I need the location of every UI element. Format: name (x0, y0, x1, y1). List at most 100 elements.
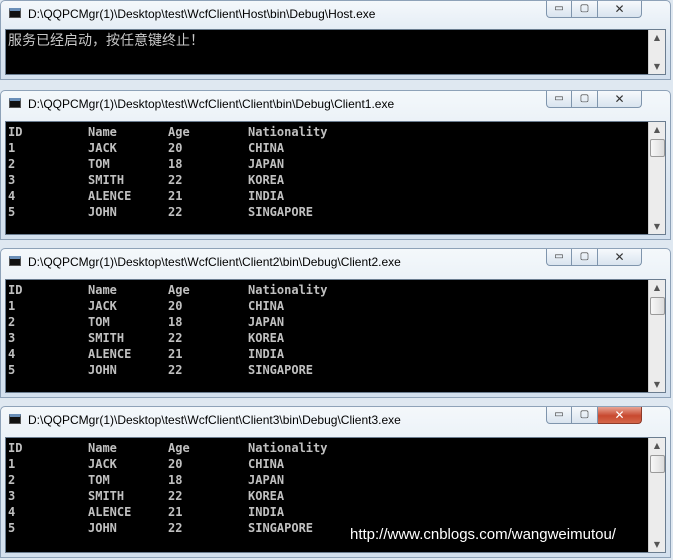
console-app-icon (9, 414, 21, 424)
header-id: ID (8, 283, 23, 297)
scroll-down-arrow-icon[interactable]: ▼ (649, 537, 665, 552)
table-row: 3 SMITH 22 KOREA (8, 172, 327, 188)
client2-console-window[interactable]: D:\QQPCMgr(1)\Desktop\test\WcfClient\Cli… (0, 248, 671, 398)
scroll-up-arrow-icon[interactable]: ▲ (649, 280, 665, 295)
title-bar[interactable]: D:\QQPCMgr(1)\Desktop\test\WcfClient\Cli… (1, 407, 670, 433)
cell-name: ALENCE (88, 347, 132, 361)
cell-id: 1 (8, 457, 16, 471)
cell-id: 3 (8, 489, 16, 503)
header-id: ID (8, 441, 23, 455)
minimize-button[interactable]: ▭ (546, 249, 572, 266)
cell-age: 22 (168, 205, 183, 219)
scroll-down-arrow-icon[interactable]: ▼ (649, 59, 665, 74)
cell-name: JOHN (88, 205, 117, 219)
maximize-button[interactable]: ▢ (572, 407, 598, 424)
cell-name: JACK (88, 141, 117, 155)
cell-id: 1 (8, 141, 16, 155)
table-row: 5 JOHN 22 SINGAPORE (8, 204, 327, 220)
client1-console-window[interactable]: D:\QQPCMgr(1)\Desktop\test\WcfClient\Cli… (0, 90, 671, 240)
table-row: 3 SMITH 22 KOREA (8, 488, 327, 504)
vertical-scrollbar[interactable]: ▲ ▼ (648, 122, 665, 234)
minimize-button[interactable]: ▭ (546, 1, 572, 18)
vertical-scrollbar[interactable]: ▲ ▼ (648, 280, 665, 392)
scrollbar-thumb[interactable] (650, 455, 665, 473)
person-table: ID Name Age Nationality 1 JACK 20 CHINA … (8, 124, 327, 220)
scroll-up-arrow-icon[interactable]: ▲ (649, 30, 665, 45)
cell-id: 5 (8, 205, 16, 219)
window-title: D:\QQPCMgr(1)\Desktop\test\WcfClient\Hos… (28, 7, 376, 21)
header-nationality: Nationality (248, 283, 328, 297)
cell-name: ALENCE (88, 189, 132, 203)
console-output[interactable]: ID Name Age Nationality 1 JACK 20 CHINA … (5, 121, 666, 235)
console-output[interactable]: 服务已经启动，按任意键终止！ ▲ ▼ (5, 29, 666, 75)
cell-name: SMITH (88, 489, 125, 503)
cell-id: 5 (8, 521, 16, 535)
cell-age: 21 (168, 505, 183, 519)
cell-age: 20 (168, 299, 183, 313)
minimize-button[interactable]: ▭ (546, 91, 572, 108)
table-row: 1 JACK 20 CHINA (8, 456, 327, 472)
header-id: ID (8, 125, 23, 139)
scroll-down-arrow-icon[interactable]: ▼ (649, 219, 665, 234)
maximize-button[interactable]: ▢ (572, 249, 598, 266)
maximize-button[interactable]: ▢ (572, 91, 598, 108)
cell-age: 18 (168, 473, 183, 487)
vertical-scrollbar[interactable]: ▲ ▼ (648, 30, 665, 74)
cell-nationality: INDIA (248, 347, 285, 361)
close-button[interactable]: ✕ (598, 407, 642, 424)
title-bar[interactable]: D:\QQPCMgr(1)\Desktop\test\WcfClient\Cli… (1, 249, 670, 275)
cell-age: 22 (168, 521, 183, 535)
header-age: Age (168, 125, 190, 139)
scroll-down-arrow-icon[interactable]: ▼ (649, 377, 665, 392)
cell-nationality: JAPAN (248, 473, 285, 487)
cell-age: 22 (168, 173, 183, 187)
table-row: 5 JOHN 22 SINGAPORE (8, 520, 327, 536)
minimize-button[interactable]: ▭ (546, 407, 572, 424)
cell-nationality: JAPAN (248, 157, 285, 171)
cell-age: 20 (168, 141, 183, 155)
table-row: 4 ALENCE 21 INDIA (8, 188, 327, 204)
cell-id: 2 (8, 315, 16, 329)
scrollbar-thumb[interactable] (650, 139, 665, 157)
scroll-up-arrow-icon[interactable]: ▲ (649, 122, 665, 137)
cell-nationality: INDIA (248, 189, 285, 203)
table-header-row: ID Name Age Nationality (8, 440, 327, 456)
scroll-up-arrow-icon[interactable]: ▲ (649, 438, 665, 453)
window-title: D:\QQPCMgr(1)\Desktop\test\WcfClient\Cli… (28, 255, 401, 269)
table-header-row: ID Name Age Nationality (8, 282, 327, 298)
cell-name: JACK (88, 299, 117, 313)
header-age: Age (168, 283, 190, 297)
cell-name: TOM (88, 157, 110, 171)
close-button[interactable]: ✕ (598, 1, 642, 18)
header-name: Name (88, 125, 117, 139)
cell-age: 22 (168, 363, 183, 377)
vertical-scrollbar[interactable]: ▲ ▼ (648, 438, 665, 552)
title-bar[interactable]: D:\QQPCMgr(1)\Desktop\test\WcfClient\Hos… (1, 1, 670, 27)
table-row: 4 ALENCE 21 INDIA (8, 504, 327, 520)
close-button[interactable]: ✕ (598, 91, 642, 108)
cell-age: 20 (168, 457, 183, 471)
cell-age: 22 (168, 489, 183, 503)
cell-age: 22 (168, 331, 183, 345)
maximize-button[interactable]: ▢ (572, 1, 598, 18)
window-title: D:\QQPCMgr(1)\Desktop\test\WcfClient\Cli… (28, 97, 395, 111)
header-nationality: Nationality (248, 441, 328, 455)
cell-id: 4 (8, 189, 16, 203)
scrollbar-thumb[interactable] (650, 297, 665, 315)
cell-nationality: CHINA (248, 299, 285, 313)
header-name: Name (88, 441, 117, 455)
console-app-icon (9, 8, 21, 18)
console-app-icon (9, 256, 21, 266)
cell-name: JOHN (88, 521, 117, 535)
table-row: 1 JACK 20 CHINA (8, 298, 327, 314)
console-output[interactable]: ID Name Age Nationality 1 JACK 20 CHINA … (5, 279, 666, 393)
close-button[interactable]: ✕ (598, 249, 642, 266)
title-bar[interactable]: D:\QQPCMgr(1)\Desktop\test\WcfClient\Cli… (1, 91, 670, 117)
cell-id: 5 (8, 363, 16, 377)
table-row: 1 JACK 20 CHINA (8, 140, 327, 156)
console-app-icon (9, 98, 21, 108)
host-console-window[interactable]: D:\QQPCMgr(1)\Desktop\test\WcfClient\Hos… (0, 0, 671, 80)
cell-id: 3 (8, 173, 16, 187)
cell-nationality: JAPAN (248, 315, 285, 329)
person-table: ID Name Age Nationality 1 JACK 20 CHINA … (8, 282, 327, 378)
